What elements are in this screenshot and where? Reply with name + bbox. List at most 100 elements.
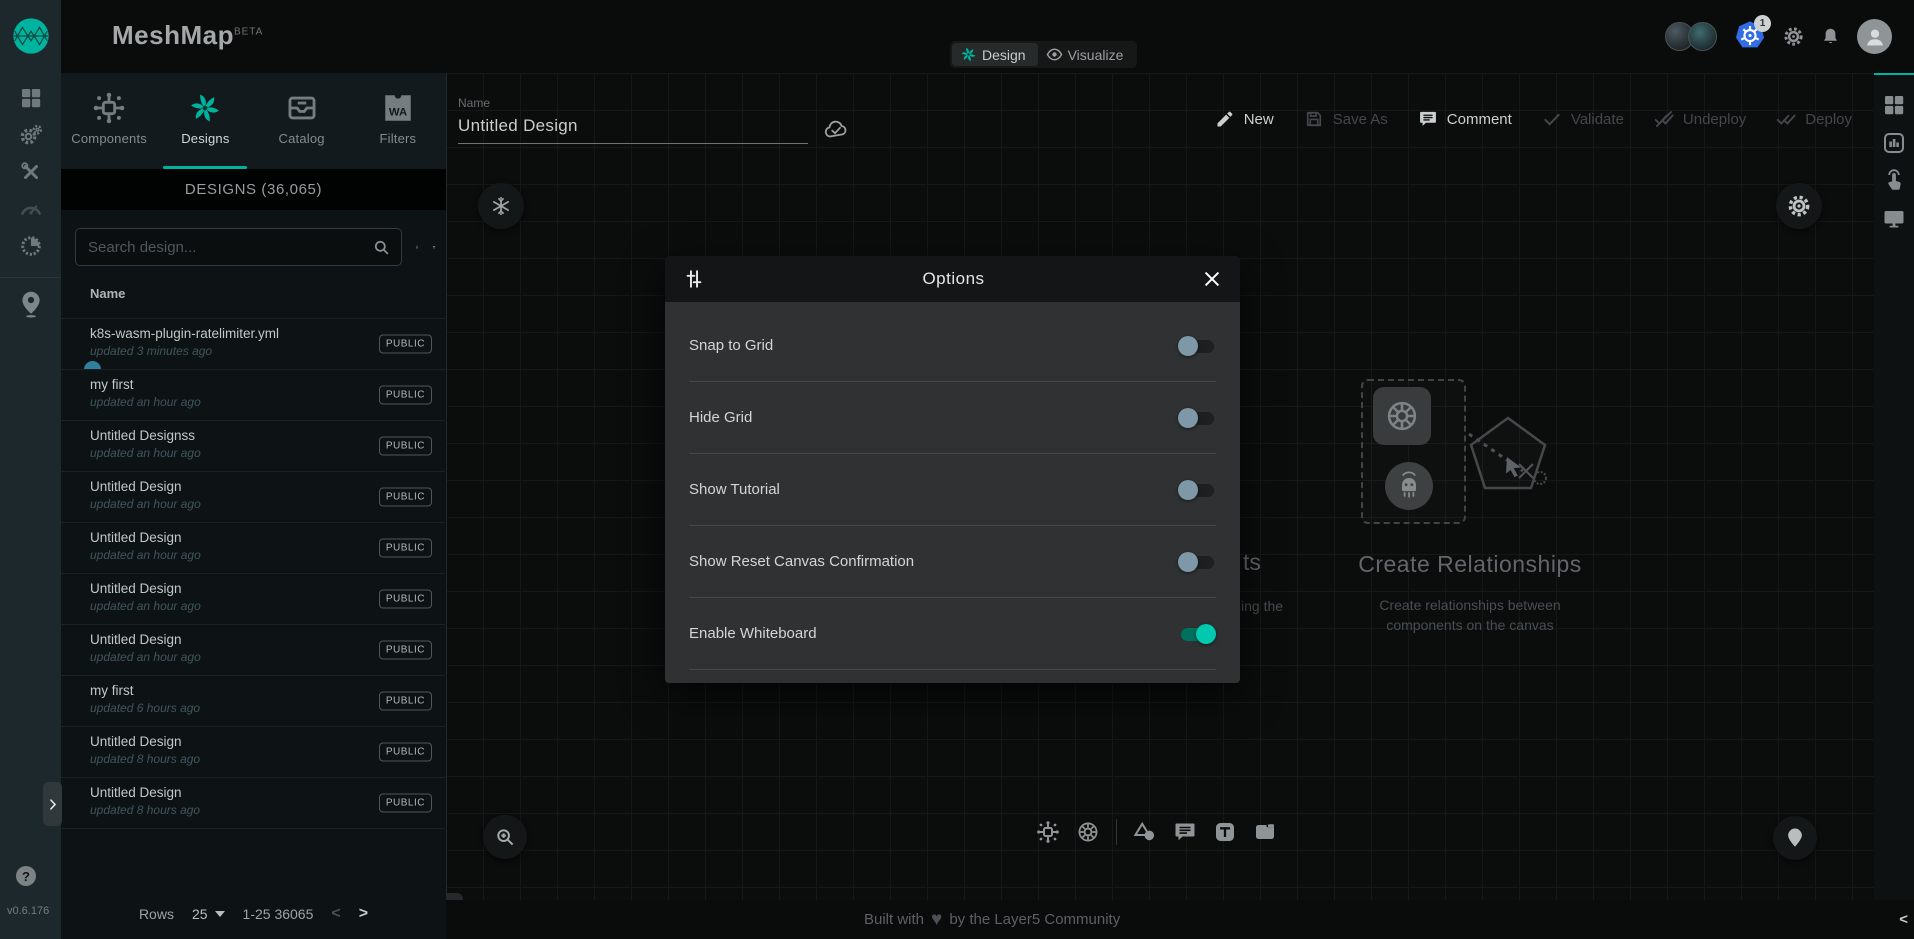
meshmap-pin-icon[interactable]: [19, 290, 43, 318]
option-row-reset-confirmation: Show Reset Canvas Confirmation: [689, 526, 1216, 598]
heart-icon: ♥: [931, 910, 942, 929]
pencil-icon: [1215, 109, 1235, 129]
profile-button[interactable]: [1857, 19, 1892, 54]
filter-funnel-icon[interactable]: [432, 237, 436, 258]
comment-tool-icon[interactable]: [1173, 820, 1197, 844]
name-field-label: Name: [458, 96, 808, 110]
pagination: Rows 25 1-25 36065 < >: [61, 905, 446, 923]
validate-button[interactable]: Validate: [1542, 109, 1624, 129]
kubernetes-context-button[interactable]: 1: [1733, 20, 1767, 54]
visibility-badge: PUBLIC: [379, 743, 432, 762]
visibility-badge: PUBLIC: [379, 437, 432, 456]
collaborator-avatars[interactable]: [1665, 22, 1717, 51]
mode-visualize-button[interactable]: Visualize: [1038, 43, 1136, 66]
design-row[interactable]: k8s-wasm-plugin-ratelimiter.yml updated …: [61, 318, 445, 369]
search-icon: [372, 238, 391, 257]
design-row[interactable]: Untitled Designss updated an hour ago PU…: [61, 420, 445, 471]
canvas-toolbar: New Save As Comment Validate Undeploy De…: [1215, 109, 1852, 129]
rows-per-page-select[interactable]: 25: [192, 906, 225, 922]
search-input[interactable]: [86, 238, 372, 257]
comment-icon: [1418, 109, 1438, 129]
configuration-tools-icon[interactable]: [19, 160, 43, 184]
top-header: MeshMapBETA Design Visualize 1: [61, 0, 1914, 73]
column-header-name: Name: [90, 286, 446, 301]
design-row[interactable]: my first updated an hour ago PUBLIC: [61, 369, 445, 420]
zoom-button[interactable]: [483, 815, 527, 859]
toggle-show-tutorial[interactable]: [1178, 480, 1216, 500]
help-button[interactable]: ?: [16, 866, 36, 886]
display-screen-icon[interactable]: [1882, 207, 1906, 231]
media-tool-icon[interactable]: [1253, 820, 1277, 844]
loading-snowflake-button[interactable]: [478, 183, 524, 229]
context-count-badge: 1: [1754, 15, 1771, 32]
shapes-tool-icon[interactable]: [1133, 820, 1157, 844]
droplet-icon: [1784, 827, 1806, 849]
tab-filters[interactable]: Filters: [350, 73, 446, 169]
visibility-badge: PUBLIC: [379, 794, 432, 813]
undeploy-icon: [1654, 109, 1674, 129]
prev-page-button[interactable]: <: [331, 905, 340, 923]
save-as-button[interactable]: Save As: [1304, 109, 1388, 129]
close-icon[interactable]: [1202, 269, 1222, 289]
interaction-touch-icon[interactable]: [1882, 169, 1906, 193]
comment-button[interactable]: Comment: [1418, 109, 1512, 129]
import-design-icon[interactable]: [415, 237, 419, 258]
toggle-reset-canvas-confirmation[interactable]: [1178, 552, 1216, 572]
avatar[interactable]: [1688, 22, 1717, 51]
next-page-button[interactable]: >: [359, 905, 368, 923]
design-row[interactable]: Untitled Design updated an hour ago PUBL…: [61, 624, 445, 675]
header-actions: 1: [1665, 0, 1892, 73]
extensions-icon[interactable]: [19, 234, 43, 258]
meshmap-app: MeshMapBETA Design Visualize 1: [0, 0, 1914, 939]
undeploy-button[interactable]: Undeploy: [1654, 109, 1746, 129]
new-button[interactable]: New: [1215, 109, 1274, 129]
app-title: MeshMapBETA: [112, 20, 263, 51]
performance-gauge-icon[interactable]: [19, 197, 43, 221]
mode-design-button[interactable]: Design: [952, 43, 1038, 66]
design-row[interactable]: Untitled Design updated an hour ago PUBL…: [61, 573, 445, 624]
notifications-bell-icon[interactable]: [1820, 26, 1841, 47]
design-row[interactable]: my first updated 6 hours ago PUBLIC: [61, 675, 445, 726]
toggle-snap-to-grid[interactable]: [1178, 336, 1216, 356]
canvas-settings-button[interactable]: [1776, 183, 1822, 229]
options-modal-body: Snap to Grid Hide Grid Show Tutorial Sho…: [665, 302, 1240, 683]
design-name-input[interactable]: [458, 110, 808, 144]
rows-label: Rows: [139, 906, 174, 922]
option-row-hide-grid: Hide Grid: [689, 382, 1216, 454]
magnifier-plus-icon: [494, 826, 516, 848]
owner-avatar: [84, 361, 101, 369]
kubernetes-dock-icon[interactable]: [1076, 820, 1100, 844]
toggle-enable-whiteboard[interactable]: [1178, 624, 1216, 644]
snowflake-icon: [490, 195, 512, 217]
clipped-onboarding-text-fragment: ing the: [1241, 598, 1283, 614]
footer-collapse-chevron[interactable]: <: [1899, 900, 1908, 939]
layer5-logo[interactable]: [10, 14, 52, 58]
deploy-button[interactable]: Deploy: [1776, 109, 1852, 129]
components-dock-icon[interactable]: [1036, 820, 1060, 844]
chart-panel-icon[interactable]: [1882, 131, 1906, 155]
text-tool-icon[interactable]: [1213, 820, 1237, 844]
dashboard-icon[interactable]: [19, 86, 43, 110]
widgets-icon[interactable]: [1882, 93, 1906, 117]
active-tab-underline: [163, 166, 247, 169]
tab-components[interactable]: Components: [61, 73, 157, 169]
drop-tool-button[interactable]: [1773, 816, 1817, 860]
beta-tag: BETA: [234, 26, 263, 37]
tab-catalog[interactable]: Catalog: [254, 73, 350, 169]
version-label: v0.6.176: [7, 905, 49, 917]
tab-designs[interactable]: Designs: [157, 73, 253, 169]
catalog-drawer-icon: [285, 91, 319, 125]
rail-expand-handle[interactable]: [43, 782, 62, 826]
design-list: k8s-wasm-plugin-ratelimiter.yml updated …: [61, 318, 445, 829]
visibility-badge: PUBLIC: [379, 335, 432, 354]
design-row[interactable]: Untitled Design updated an hour ago PUBL…: [61, 522, 445, 573]
right-dock: [1874, 73, 1914, 900]
design-row[interactable]: Untitled Design updated 8 hours ago PUBL…: [61, 777, 445, 829]
lifecycle-gears-icon[interactable]: [19, 123, 43, 147]
toggle-hide-grid[interactable]: [1178, 408, 1216, 428]
floppy-icon: [1304, 109, 1324, 129]
settings-gear-icon[interactable]: [1783, 26, 1804, 47]
design-row[interactable]: Untitled Design updated an hour ago PUBL…: [61, 471, 445, 522]
design-row[interactable]: Untitled Design updated 8 hours ago PUBL…: [61, 726, 445, 777]
double-check-icon: [1776, 109, 1796, 129]
